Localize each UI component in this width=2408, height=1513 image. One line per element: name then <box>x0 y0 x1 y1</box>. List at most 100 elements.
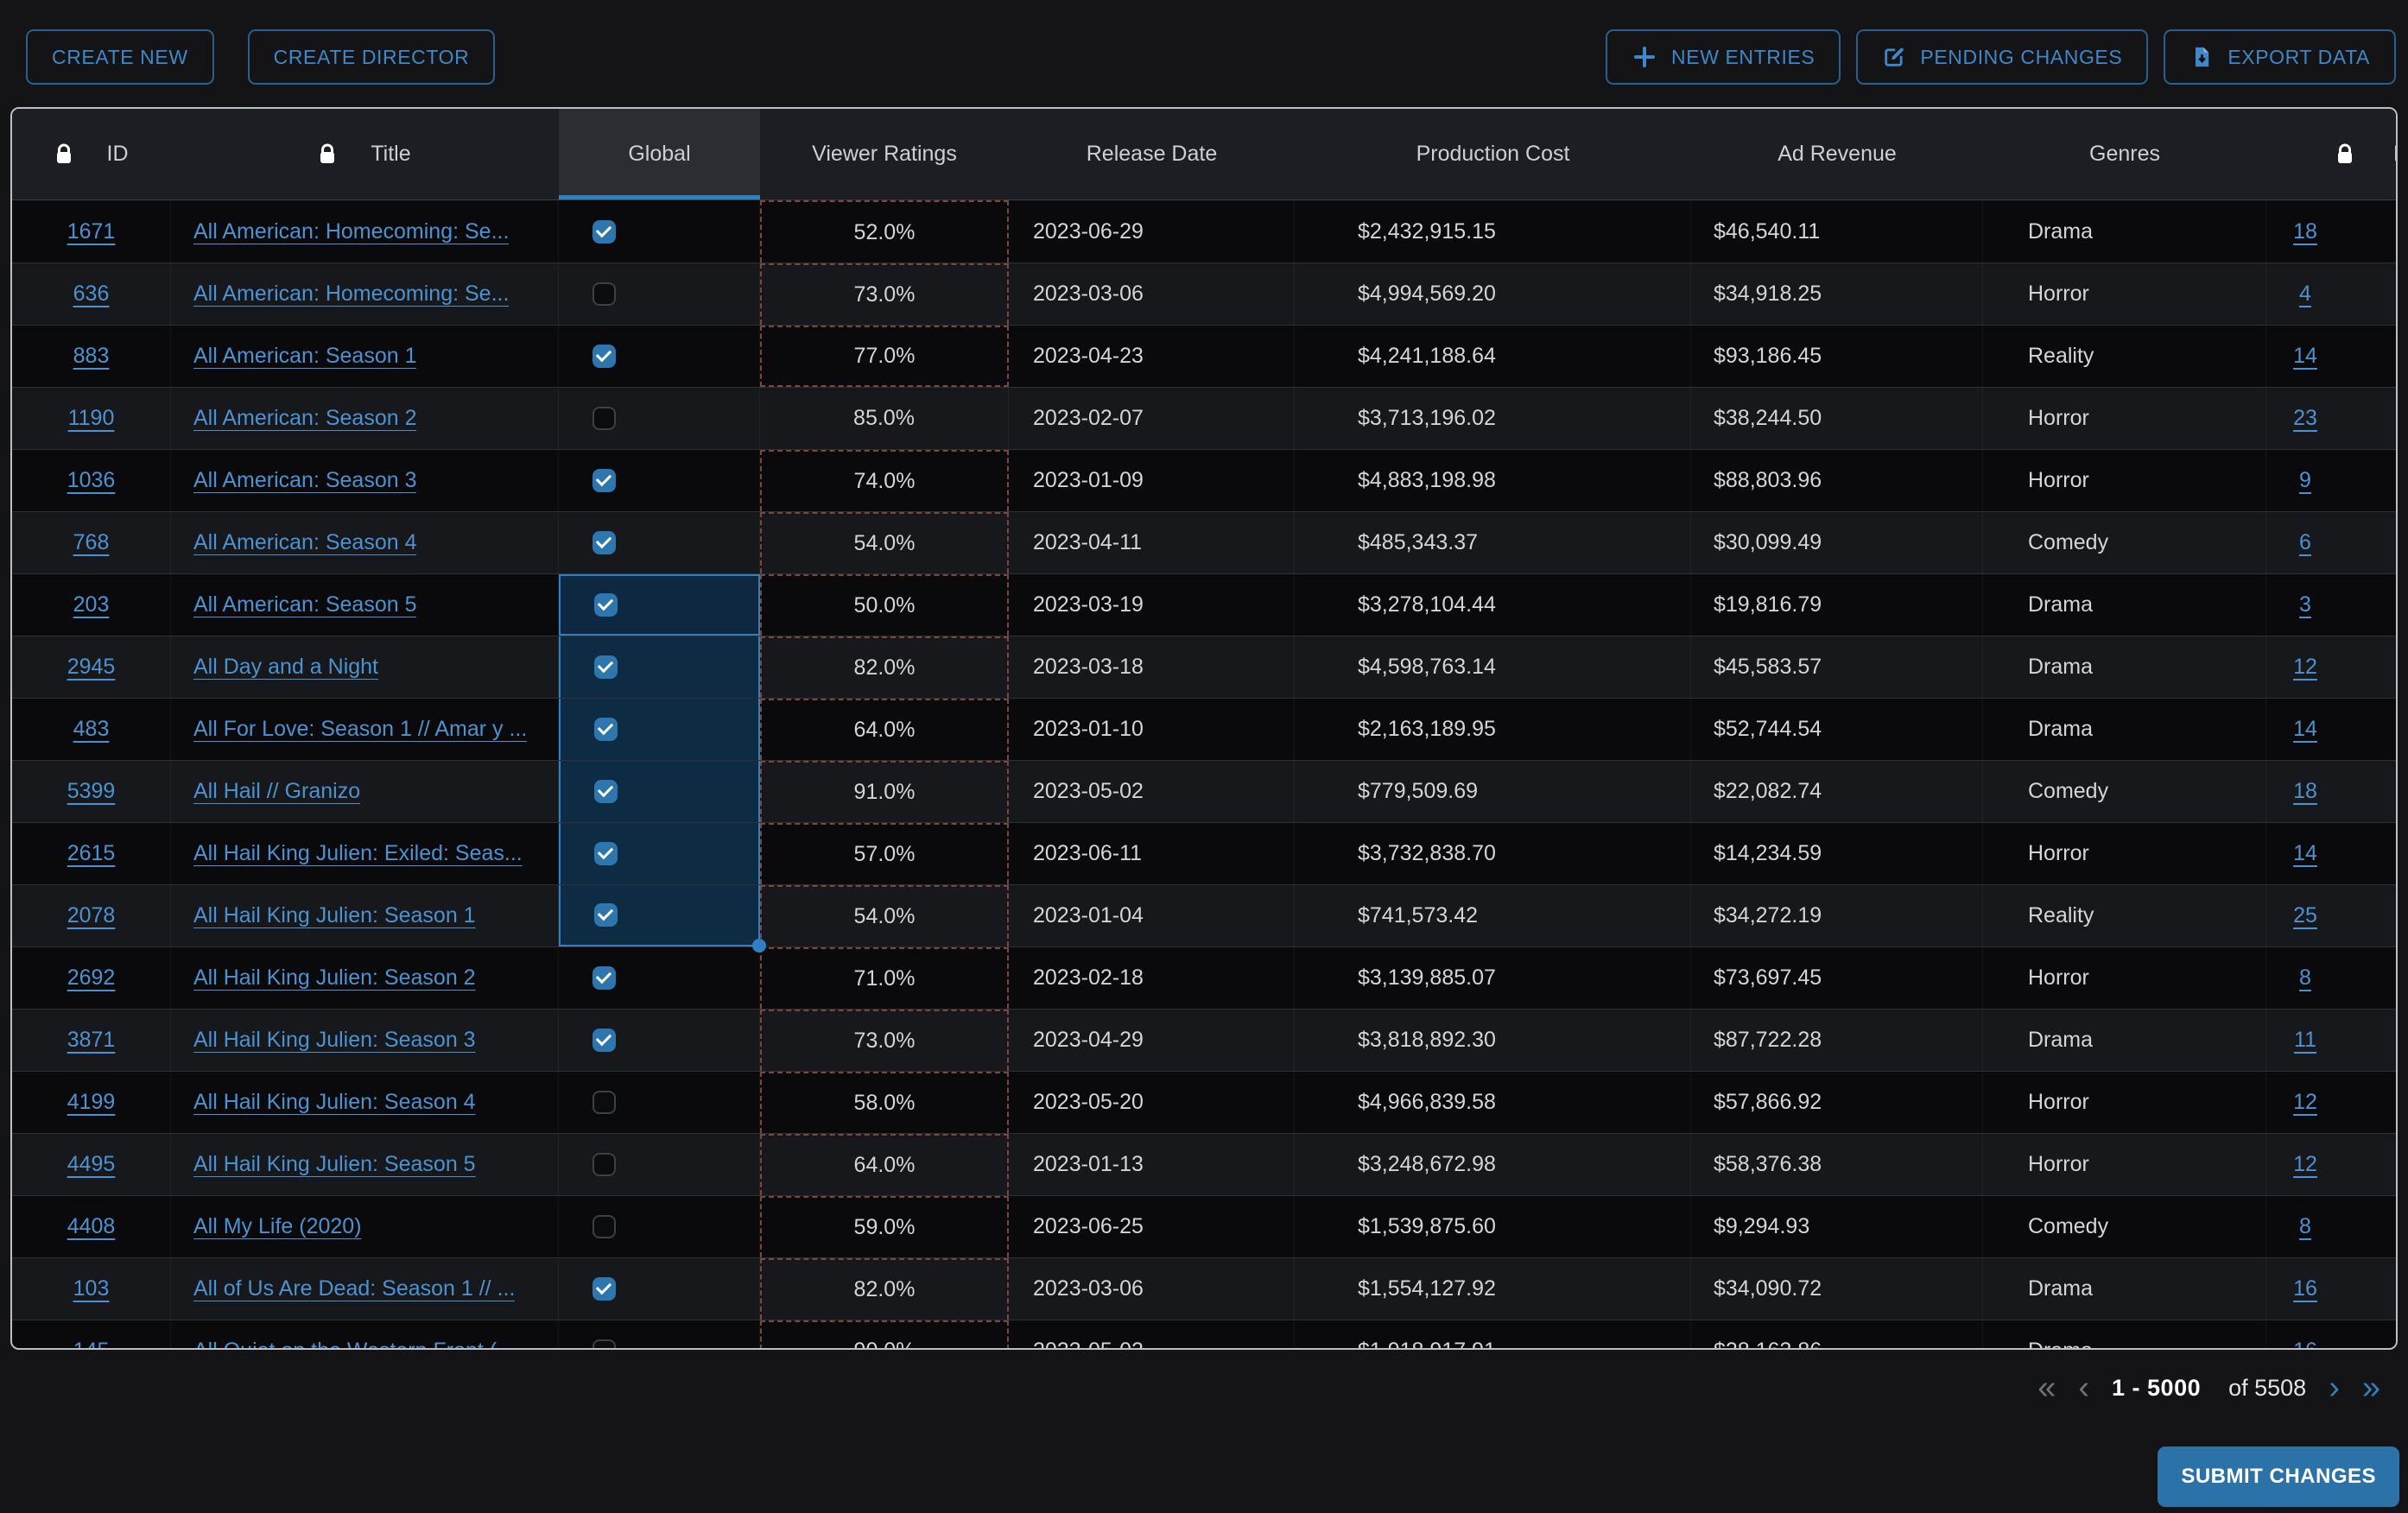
title-link[interactable]: All Day and a Night <box>193 655 378 680</box>
ad-revenue-cell[interactable]: $19,816.79 <box>1691 574 1983 636</box>
global-checkbox[interactable] <box>594 903 618 927</box>
production-cost-cell[interactable]: $485,343.37 <box>1295 512 1691 573</box>
export-data-button[interactable]: EXPORT DATA <box>2164 29 2396 85</box>
production-cost-cell[interactable]: $779,509.69 <box>1295 761 1691 822</box>
id-link[interactable]: 483 <box>73 717 110 742</box>
viewer-rating-cell[interactable]: 58.0% <box>760 1072 1009 1133</box>
genre-cell[interactable]: Horror <box>1983 947 2266 1009</box>
production-cost-cell[interactable]: $741,573.42 <box>1295 885 1691 946</box>
global-checkbox[interactable] <box>592 345 616 368</box>
next-page-button[interactable]: › <box>2329 1371 2340 1404</box>
title-link[interactable]: All American: Season 3 <box>193 468 416 493</box>
production-cost-cell[interactable]: $4,241,188.64 <box>1295 326 1691 387</box>
genre-cell[interactable]: Reality <box>1983 326 2266 387</box>
ad-revenue-cell[interactable]: $30,099.49 <box>1691 512 1983 573</box>
global-cell[interactable] <box>559 947 760 1009</box>
genre-cell[interactable]: Horror <box>1983 388 2266 449</box>
viewer-rating-cell[interactable]: 50.0% <box>760 574 1009 636</box>
ad-revenue-cell[interactable]: $38,244.50 <box>1691 388 1983 449</box>
submit-changes-button[interactable]: SUBMIT CHANGES <box>2158 1447 2399 1507</box>
viewer-rating-cell[interactable]: 85.0% <box>760 388 1009 449</box>
id-link[interactable]: 5399 <box>67 779 116 804</box>
ad-revenue-cell[interactable]: $28,163.86 <box>1691 1320 1983 1350</box>
title-link[interactable]: All Hail King Julien: Season 2 <box>193 965 476 991</box>
release-date-cell[interactable]: 2023-05-02 <box>1009 761 1295 822</box>
release-date-cell[interactable]: 2023-01-10 <box>1009 699 1295 760</box>
viewer-rating-cell[interactable]: 54.0% <box>760 885 1009 946</box>
production-cost-cell[interactable]: $4,994,569.20 <box>1295 263 1691 325</box>
column-header-ad-revenue[interactable]: Ad Revenue <box>1691 109 1983 199</box>
title-link[interactable]: All Hail // Granizo <box>193 779 360 804</box>
release-date-cell[interactable]: 2023-03-18 <box>1009 636 1295 698</box>
global-cell[interactable] <box>559 699 760 760</box>
release-date-cell[interactable]: 2023-04-23 <box>1009 326 1295 387</box>
production-cost-cell[interactable]: $1,554,127.92 <box>1295 1258 1691 1320</box>
global-cell[interactable] <box>559 200 760 263</box>
release-date-cell[interactable]: 2023-02-07 <box>1009 388 1295 449</box>
id-link[interactable]: 1671 <box>67 219 116 244</box>
global-cell[interactable] <box>559 1196 760 1257</box>
id-link[interactable]: 4408 <box>67 1214 116 1239</box>
production-cost-cell[interactable]: $4,966,839.58 <box>1295 1072 1691 1133</box>
global-cell[interactable] <box>559 1072 760 1133</box>
global-cell[interactable] <box>559 263 760 325</box>
production-cost-cell[interactable]: $1,918,917.91 <box>1295 1320 1691 1350</box>
id-link[interactable]: 145 <box>73 1339 110 1350</box>
ad-revenue-cell[interactable]: $22,082.74 <box>1691 761 1983 822</box>
id-link[interactable]: 4199 <box>67 1090 116 1115</box>
ad-revenue-cell[interactable]: $73,697.45 <box>1691 947 1983 1009</box>
title-link[interactable]: All For Love: Season 1 // Amar y ... <box>193 717 527 742</box>
viewer-rating-cell[interactable]: 64.0% <box>760 1134 1009 1195</box>
global-checkbox[interactable] <box>592 1091 616 1114</box>
directors-count-link[interactable]: 9 <box>2299 468 2311 493</box>
fill-handle[interactable] <box>752 939 766 953</box>
new-entries-button[interactable]: NEW ENTRIES <box>1606 29 1841 85</box>
production-cost-cell[interactable]: $1,539,875.60 <box>1295 1196 1691 1257</box>
id-link[interactable]: 103 <box>73 1276 110 1301</box>
viewer-rating-cell[interactable]: 57.0% <box>760 823 1009 884</box>
global-checkbox[interactable] <box>592 1153 616 1176</box>
title-link[interactable]: All American: Season 1 <box>193 344 416 369</box>
directors-count-link[interactable]: 14 <box>2293 841 2317 866</box>
genre-cell[interactable]: Drama <box>1983 1010 2266 1071</box>
global-cell[interactable] <box>559 761 760 822</box>
global-checkbox[interactable] <box>592 966 616 990</box>
release-date-cell[interactable]: 2023-04-11 <box>1009 512 1295 573</box>
viewer-rating-cell[interactable]: 82.0% <box>760 636 1009 698</box>
directors-count-link[interactable]: 12 <box>2293 655 2317 680</box>
production-cost-cell[interactable]: $2,432,915.15 <box>1295 200 1691 263</box>
column-header-directors-clipped[interactable]: D <box>2266 109 2396 199</box>
ad-revenue-cell[interactable]: $93,186.45 <box>1691 326 1983 387</box>
global-cell[interactable] <box>559 450 760 511</box>
release-date-cell[interactable]: 2023-05-02 <box>1009 1320 1295 1350</box>
genre-cell[interactable]: Horror <box>1983 263 2266 325</box>
release-date-cell[interactable]: 2023-01-09 <box>1009 450 1295 511</box>
directors-count-link[interactable]: 4 <box>2299 282 2311 307</box>
genre-cell[interactable]: Drama <box>1983 1320 2266 1350</box>
production-cost-cell[interactable]: $3,818,892.30 <box>1295 1010 1691 1071</box>
global-cell[interactable] <box>559 1010 760 1071</box>
genre-cell[interactable]: Horror <box>1983 1134 2266 1195</box>
title-link[interactable]: All American: Season 2 <box>193 406 416 431</box>
release-date-cell[interactable]: 2023-03-06 <box>1009 1258 1295 1320</box>
global-cell[interactable] <box>559 885 760 946</box>
global-checkbox[interactable] <box>594 718 618 741</box>
genre-cell[interactable]: Horror <box>1983 450 2266 511</box>
directors-count-link[interactable]: 3 <box>2299 592 2311 617</box>
directors-count-link[interactable]: 12 <box>2293 1152 2317 1177</box>
directors-count-link[interactable]: 12 <box>2293 1090 2317 1115</box>
viewer-rating-cell[interactable]: 77.0% <box>760 326 1009 387</box>
global-checkbox[interactable] <box>594 780 618 803</box>
column-header-viewer-ratings[interactable]: Viewer Ratings <box>760 109 1009 199</box>
id-link[interactable]: 2078 <box>67 903 116 928</box>
directors-count-link[interactable]: 14 <box>2293 717 2317 742</box>
id-link[interactable]: 883 <box>73 344 110 369</box>
title-link[interactable]: All of Us Are Dead: Season 1 // ... <box>193 1276 515 1301</box>
directors-count-link[interactable]: 25 <box>2293 903 2317 928</box>
global-checkbox[interactable] <box>592 469 616 492</box>
genre-cell[interactable]: Drama <box>1983 636 2266 698</box>
title-link[interactable]: All Hail King Julien: Season 5 <box>193 1152 476 1177</box>
global-checkbox[interactable] <box>592 407 616 430</box>
id-link[interactable]: 636 <box>73 282 110 307</box>
global-cell[interactable] <box>559 512 760 573</box>
